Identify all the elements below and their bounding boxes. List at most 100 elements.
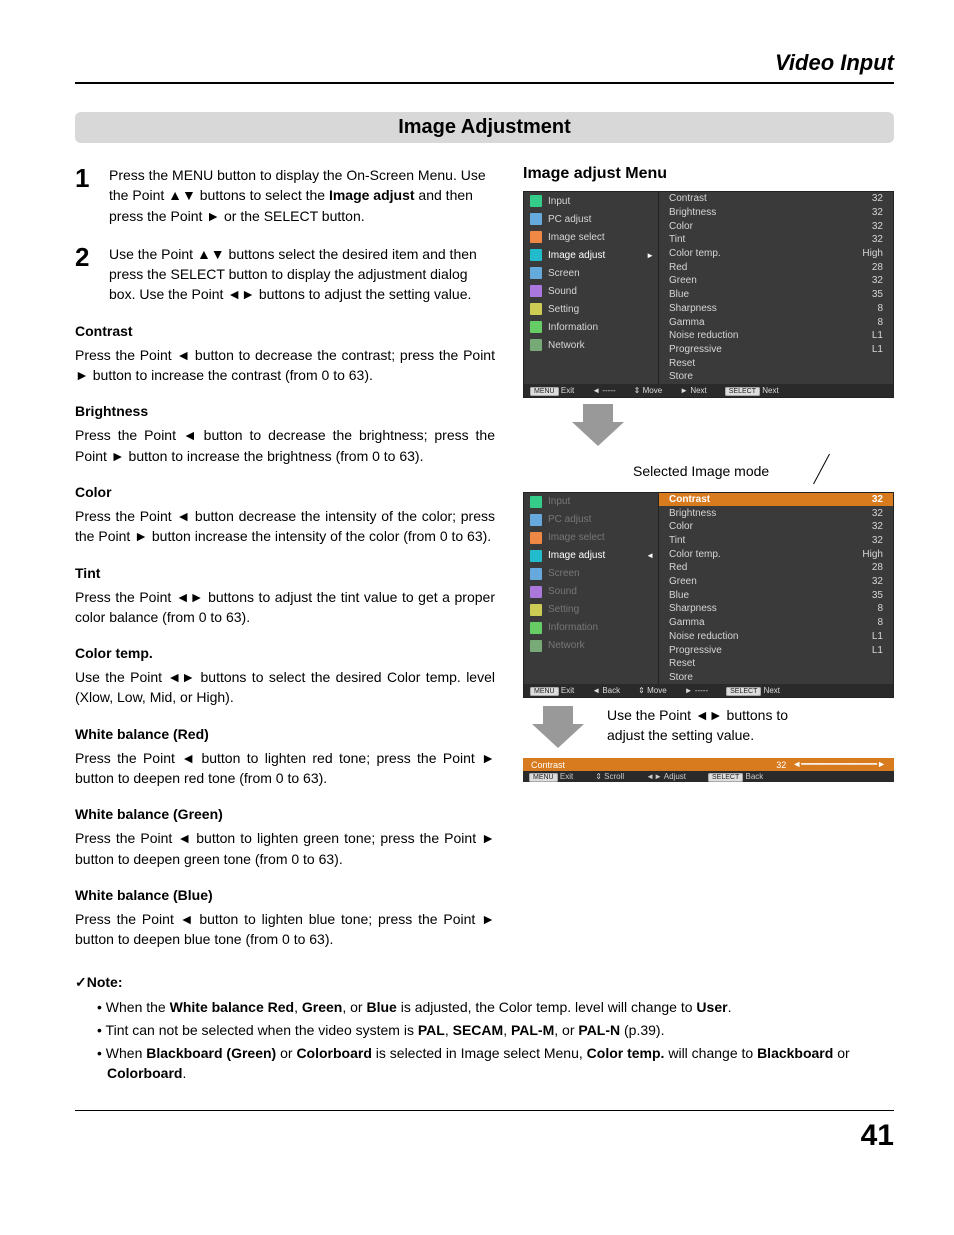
osd-right-item: Noise reductionL1 — [659, 630, 893, 644]
osd-right-label: Gamma — [669, 317, 705, 328]
n3i: or — [833, 1045, 849, 1061]
n2h: PAL-N — [578, 1022, 620, 1038]
colortemp-heading: Color temp. — [75, 645, 495, 661]
osd-right-value: 32 — [872, 494, 883, 505]
osd-right-value: High — [862, 248, 883, 259]
menu-key-icon-2: MENU — [530, 687, 559, 696]
n3e: is selected in Image select Menu, — [372, 1045, 587, 1061]
osd-right-label: Store — [669, 672, 693, 683]
footer2-dash: ► ----- — [685, 686, 708, 695]
mini-menu-key: MENU — [529, 773, 558, 782]
mini-bar-slider: ◄━━━━━━━━━━━━━━► — [792, 759, 886, 770]
osd-right-label: Noise reduction — [669, 631, 738, 642]
osd-right-label: Progressive — [669, 645, 722, 656]
osd-menu-1-left: InputPC adjustImage selectImage adjust►S… — [524, 192, 659, 384]
osd-right-label: Reset — [669, 358, 695, 369]
osd-left-label: Image adjust — [548, 550, 605, 561]
mini-scroll: ⇕ Scroll — [595, 772, 624, 781]
osd-right-label: Noise reduction — [669, 330, 738, 341]
step-2-body: Use the Point ▲▼ buttons select the desi… — [109, 244, 495, 305]
note-list: When the White balance Red, Green, or Bl… — [97, 997, 894, 1084]
footer2-move: ⇕ Move — [638, 686, 667, 695]
osd-right-value: 8 — [877, 603, 883, 614]
n3g: will change to — [664, 1045, 757, 1061]
osd-left-item: Setting — [524, 601, 658, 619]
osd-right-item: Gamma8 — [659, 616, 893, 630]
selected-mode-label-row: Selected Image mode — [633, 456, 894, 486]
menu-icon — [530, 339, 542, 351]
osd-right-item: Reset — [659, 657, 893, 671]
note-1: When the White balance Red, Green, or Bl… — [97, 997, 894, 1017]
osd-left-label: Screen — [548, 568, 580, 579]
osd-left-item: Screen — [524, 565, 658, 583]
right-title: Image adjust Menu — [523, 165, 894, 183]
osd-right-value: 32 — [872, 193, 883, 204]
osd-right-item: Gamma8 — [659, 315, 893, 329]
menu-icon — [530, 231, 542, 243]
footer-move: ⇕ Move — [634, 386, 663, 395]
n1g: is adjusted, the Color temp. level will … — [397, 999, 697, 1015]
osd-left-item: Image adjust► — [524, 246, 658, 264]
menu-icon — [530, 532, 542, 544]
menu-icon — [530, 568, 542, 580]
osd-right-value: 32 — [872, 576, 883, 587]
right-column: Image adjust Menu InputPC adjustImage se… — [523, 165, 894, 950]
menu-icon — [530, 285, 542, 297]
osd-right-label: Green — [669, 576, 697, 587]
footer2-dash-label: ----- — [695, 686, 708, 695]
n1c: , — [294, 999, 302, 1015]
n1a: When the — [106, 999, 170, 1015]
osd-right-item: Blue35 — [659, 288, 893, 302]
page: Video Input Image Adjustment 1 Press the… — [0, 0, 954, 1193]
osd-right-item: Contrast32 — [659, 493, 893, 507]
osd-right-item: Sharpness8 — [659, 602, 893, 616]
mini-bar: Contrast 32 ◄━━━━━━━━━━━━━━► — [523, 758, 894, 771]
menu-icon — [530, 267, 542, 279]
mini-footer: MENU Exit ⇕ Scroll ◄► Adjust SELECT Back — [523, 771, 894, 782]
osd-left-label: Setting — [548, 304, 579, 315]
mini-bar-label: Contrast — [531, 760, 565, 770]
menu-icon — [530, 249, 542, 261]
footer-rule — [75, 1110, 894, 1111]
n2c: , — [445, 1022, 453, 1038]
menu-icon — [530, 213, 542, 225]
osd-left-label: Image select — [548, 232, 605, 243]
wb-blue-text: Press the Point ◄ button to lighten blue… — [75, 909, 495, 950]
osd-right-label: Red — [669, 562, 687, 573]
osd-right-item: Noise reduction L1 — [659, 329, 893, 343]
osd-right-item: Red 28 — [659, 561, 893, 575]
osd-right-label: Blue — [669, 590, 689, 601]
osd-left-label: Input — [548, 196, 570, 207]
osd-right-item: Blue35 — [659, 588, 893, 602]
osd-right-value: 32 — [872, 207, 883, 218]
footer2-next: Next — [764, 686, 780, 695]
tint-heading: Tint — [75, 565, 495, 581]
menu-icon — [530, 496, 542, 508]
osd-right-item: Store — [659, 370, 893, 384]
footer-next: ► Next — [680, 386, 707, 395]
menu-icon — [530, 321, 542, 333]
osd-menu-1: InputPC adjustImage selectImage adjust►S… — [523, 191, 894, 398]
mini-exit: Exit — [560, 772, 573, 781]
osd-right-item: ProgressiveL1 — [659, 643, 893, 657]
osd-left-item: Information — [524, 318, 658, 336]
note-heading: ✓Note: — [75, 974, 894, 991]
n3h: Blackboard — [757, 1045, 833, 1061]
osd-right-value: 28 — [872, 562, 883, 573]
n3k: . — [182, 1065, 186, 1081]
menu-icon — [530, 622, 542, 634]
menu-icon — [530, 604, 542, 616]
osd-right-label: Color — [669, 221, 693, 232]
n3j: Colorboard — [107, 1065, 182, 1081]
osd-right-value: 8 — [877, 303, 883, 314]
osd-left-label: Information — [548, 322, 598, 333]
mini-adjust-label: Adjust — [664, 772, 686, 781]
osd-left-label: Image adjust — [548, 250, 605, 261]
osd-menu-2: InputPC adjustImage selectImage adjust◄S… — [523, 492, 894, 699]
n2d: SECAM — [453, 1022, 504, 1038]
step-1-bold: Image adjust — [329, 187, 415, 203]
down-arrow-1 — [563, 404, 633, 450]
osd-right-value: L1 — [872, 330, 883, 341]
osd-left-item: Sound — [524, 583, 658, 601]
note-2: Tint can not be selected when the video … — [97, 1020, 894, 1040]
